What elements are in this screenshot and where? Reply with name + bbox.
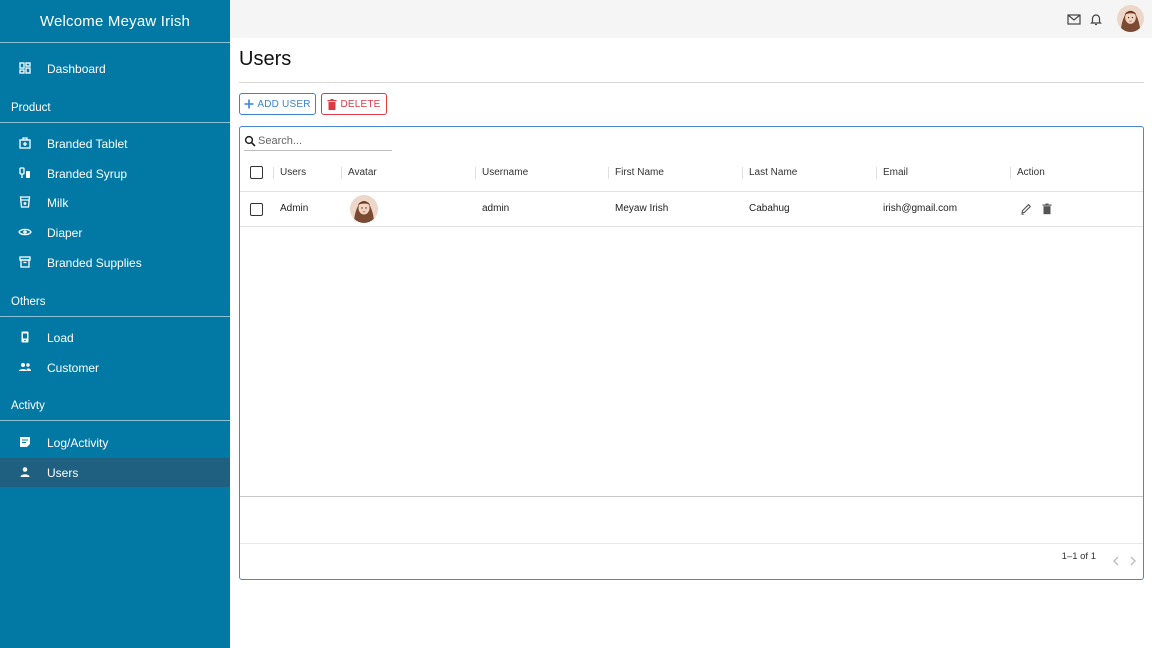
edit-icon[interactable] [1020, 203, 1032, 215]
sidebar-item-log-activity[interactable]: Log/Activity [0, 428, 230, 457]
table-header: Users Avatar Username First Name Last Na… [240, 154, 1143, 192]
column-separator [742, 167, 743, 179]
sidebar-item-label: Users [47, 466, 79, 480]
pagination-text: 1–1 of 1 [1061, 551, 1096, 562]
cell-last-name: Cabahug [749, 203, 790, 214]
sidebar-item-load[interactable]: Load [0, 323, 230, 352]
user-avatar[interactable] [1117, 5, 1144, 32]
sidebar-section-activity: Activty [0, 391, 230, 421]
cell-first-name: Meyaw Irish [615, 203, 669, 214]
sidebar-section-others: Others [0, 287, 230, 317]
column-header-avatar[interactable]: Avatar [348, 167, 377, 178]
people-icon [19, 363, 31, 371]
cell-username: admin [482, 203, 510, 214]
milk-icon [19, 196, 31, 208]
sidebar-item-diaper[interactable]: Diaper [0, 218, 230, 247]
users-data-grid: Search... Users Avatar Username First Na… [239, 126, 1144, 580]
cell-email: irish@gmail.com [883, 203, 958, 214]
select-all-checkbox[interactable] [250, 166, 263, 179]
avatar-image-icon [1117, 5, 1144, 32]
column-header-first-name[interactable]: First Name [615, 167, 664, 178]
bell-icon[interactable] [1089, 12, 1103, 26]
delete-label: DELETE [340, 98, 381, 110]
sidebar-item-label: Branded Supplies [47, 256, 142, 270]
column-separator [341, 167, 342, 179]
page-title: Users [239, 48, 292, 70]
search-icon [244, 135, 256, 147]
dashboard-icon [19, 62, 31, 74]
column-separator [1010, 167, 1011, 179]
syrup-icon [19, 167, 30, 178]
row-checkbox[interactable] [250, 203, 263, 216]
app-root: Welcome Meyaw Irish Dashboard Product Br… [0, 0, 1152, 648]
sidebar-welcome: Welcome Meyaw Irish [0, 0, 230, 43]
medical-bag-icon [19, 137, 31, 149]
avatar-image-icon [350, 195, 378, 223]
sidebar-item-users[interactable]: Users [0, 458, 230, 487]
sidebar-item-branded-tablet[interactable]: Branded Tablet [0, 129, 230, 158]
topbar [230, 0, 1152, 38]
sidebar-item-label: Diaper [47, 226, 83, 240]
trash-icon [327, 98, 337, 110]
phone-icon [21, 331, 29, 343]
sidebar-section-product: Product [0, 93, 230, 123]
search-input[interactable]: Search... [244, 133, 392, 151]
sidebar-item-label: Dashboard [47, 62, 106, 76]
search-placeholder: Search... [258, 135, 303, 147]
delete-row-icon[interactable] [1041, 203, 1053, 215]
sidebar-item-label: Branded Syrup [47, 167, 128, 181]
column-header-last-name[interactable]: Last Name [749, 167, 797, 178]
column-separator [876, 167, 877, 179]
sidebar-item-branded-supplies[interactable]: Branded Supplies [0, 248, 230, 277]
sidebar-item-milk[interactable]: Milk [0, 188, 230, 217]
sidebar-item-label: Log/Activity [47, 436, 109, 450]
mail-icon[interactable] [1067, 12, 1081, 26]
column-header-users[interactable]: Users [280, 167, 306, 178]
eye-icon [18, 228, 32, 236]
add-user-button[interactable]: ADD USER [239, 93, 316, 115]
column-header-username[interactable]: Username [482, 167, 528, 178]
table-row[interactable]: Admin admin Meyaw Irish Cabahug irish@gm… [240, 192, 1143, 227]
row-avatar [350, 195, 378, 223]
sidebar-item-label: Milk [47, 196, 69, 210]
sidebar-item-label: Customer [47, 361, 100, 375]
sidebar-item-customer[interactable]: Customer [0, 353, 230, 382]
column-separator [475, 167, 476, 179]
column-header-email[interactable]: Email [883, 167, 908, 178]
sidebar-item-branded-syrup[interactable]: Branded Syrup [0, 159, 230, 188]
person-icon [20, 467, 30, 477]
plus-icon [244, 99, 254, 109]
pagination-divider [240, 543, 1143, 544]
chevron-left-icon[interactable] [1111, 555, 1121, 567]
cell-users: Admin [280, 203, 309, 214]
sidebar: Welcome Meyaw Irish Dashboard Product Br… [0, 0, 230, 648]
sidebar-item-dashboard[interactable]: Dashboard [0, 54, 230, 83]
column-separator [273, 167, 274, 179]
grid-footer-divider [240, 496, 1143, 497]
note-icon [20, 437, 30, 447]
delete-button[interactable]: DELETE [321, 93, 387, 115]
chevron-right-icon[interactable] [1128, 555, 1138, 567]
archive-icon [19, 256, 31, 268]
title-divider [239, 82, 1144, 83]
sidebar-item-label: Branded Tablet [47, 137, 128, 151]
add-user-label: ADD USER [257, 98, 311, 110]
column-separator [608, 167, 609, 179]
column-header-action: Action [1017, 167, 1045, 178]
sidebar-item-label: Load [47, 331, 74, 345]
